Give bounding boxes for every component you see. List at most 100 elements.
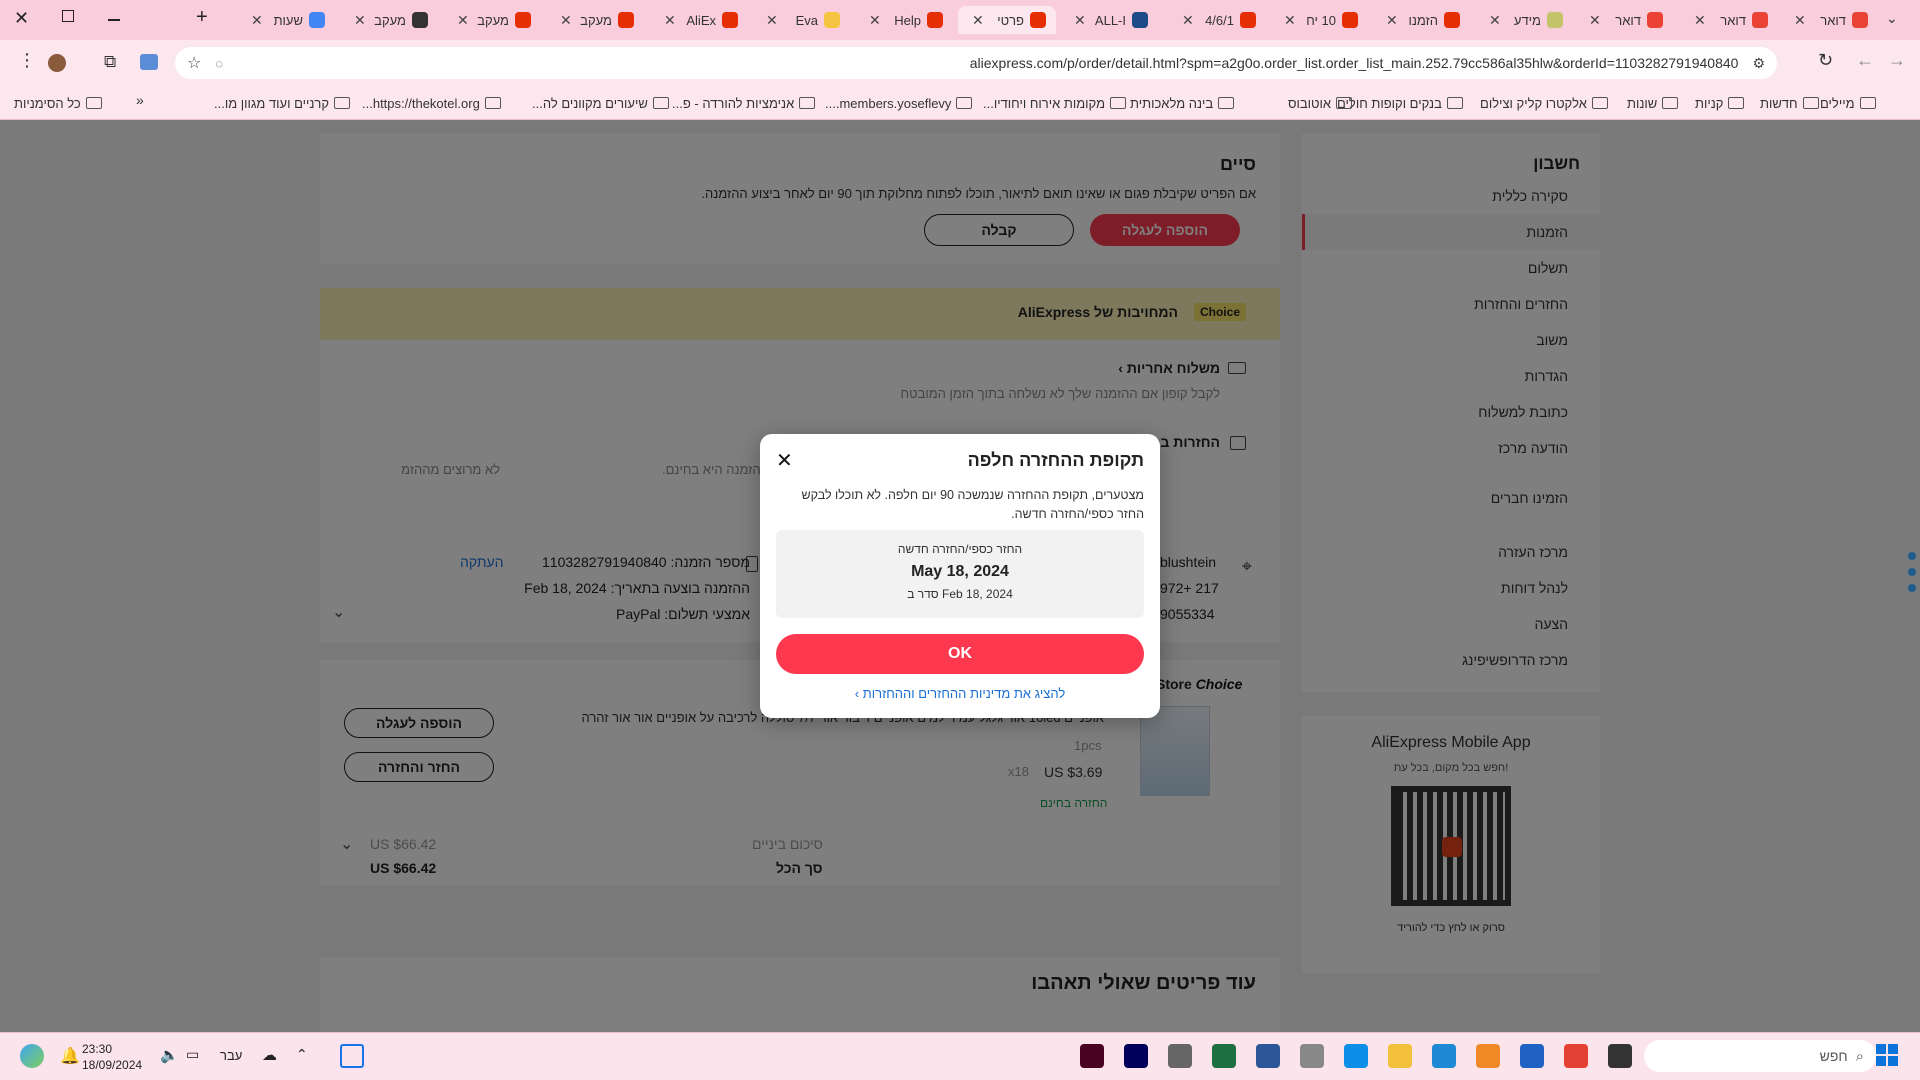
minimize-window-icon[interactable]	[108, 19, 120, 21]
onedrive-icon[interactable]: ☁	[262, 1046, 277, 1064]
word-icon[interactable]	[1256, 1044, 1280, 1068]
page-dots[interactable]	[1908, 552, 1916, 592]
tab-list-icon[interactable]: ⌄	[1886, 10, 1898, 27]
close-icon[interactable]: ✕	[776, 448, 793, 473]
tab[interactable]: שעות ✕	[237, 6, 335, 34]
tab-close-icon[interactable]: ✕	[457, 12, 469, 29]
tab-close-icon[interactable]: ✕	[664, 12, 676, 29]
tab-close-icon[interactable]: ✕	[1074, 12, 1086, 29]
tab-close-icon[interactable]: ✕	[869, 12, 881, 29]
bookmark-item[interactable]: members.yoseflevy....	[825, 92, 973, 114]
avatar[interactable]	[48, 54, 66, 72]
app-icon[interactable]	[1168, 1044, 1192, 1068]
tab[interactable]: דואר ✕	[1780, 6, 1878, 34]
close-window-icon[interactable]: ✕	[14, 8, 29, 29]
bookmark-item[interactable]: שונות	[1627, 92, 1679, 114]
tab[interactable]: מעקב ✕	[443, 6, 541, 34]
language-indicator[interactable]: עבר	[220, 1048, 242, 1063]
bookmark-item[interactable]: אנימציות להורדה - פ...	[672, 92, 816, 114]
tab[interactable]: דואר ✕	[1575, 6, 1673, 34]
tab-close-icon[interactable]: ✕	[1794, 12, 1806, 29]
tab-close-icon[interactable]: ✕	[1489, 12, 1501, 29]
network-icon[interactable]: ▭	[186, 1046, 199, 1063]
bookmark-item[interactable]: חדשות	[1760, 92, 1819, 114]
extension-icon[interactable]	[140, 54, 158, 70]
volume-icon[interactable]: 🔈	[160, 1046, 179, 1064]
tab-close-icon[interactable]: ✕	[1284, 12, 1296, 29]
tab-close-icon[interactable]: ✕	[354, 12, 366, 29]
tab-label: Help	[894, 12, 921, 28]
bookmark-item[interactable]: אלקטרו קליק וצילום	[1480, 92, 1608, 114]
tab[interactable]: הזמנו ✕	[1372, 6, 1470, 34]
clock-time[interactable]: 23:30	[82, 1042, 112, 1056]
policy-link[interactable]: ‹ להציג את מדיניות ההחזרים וההחזרות	[760, 686, 1160, 701]
search-app-icon[interactable]	[1476, 1044, 1500, 1068]
url-text[interactable]: aliexpress.com/p/order/detail.html?spm=a…	[970, 55, 1739, 71]
bookmark-item[interactable]: קרניים ועוד מגוון מו...	[214, 92, 351, 114]
teamviewer-icon[interactable]	[1344, 1044, 1368, 1068]
tray-expand-icon[interactable]: ⌃	[296, 1046, 308, 1063]
tab[interactable]: Help ✕	[855, 6, 953, 34]
tab-close-icon[interactable]: ✕	[1589, 12, 1601, 29]
tab-close-icon[interactable]: ✕	[972, 12, 984, 29]
tab[interactable]: מעקב ✕	[546, 6, 644, 34]
bookmark-star-icon[interactable]: ☆	[187, 53, 201, 73]
menu-icon[interactable]: ⋮	[18, 50, 36, 71]
tab[interactable]: AliEx ✕	[650, 6, 748, 34]
bookmark-item[interactable]: https://thekotel.org...	[362, 92, 501, 114]
tab[interactable]: פרטי ✕	[958, 6, 1056, 34]
tab-close-icon[interactable]: ✕	[251, 12, 263, 29]
restore-window-icon[interactable]	[62, 10, 74, 22]
tab-close-icon[interactable]: ✕	[766, 12, 778, 29]
extensions-icon[interactable]: ⧉	[104, 52, 116, 72]
folder-icon	[484, 97, 501, 109]
cast-icon[interactable]: ◌	[215, 56, 223, 71]
address-bar[interactable]: ☆ ◌ aliexpress.com/p/order/detail.html?s…	[175, 47, 1777, 79]
excel-icon[interactable]	[1212, 1044, 1236, 1068]
tab-close-icon[interactable]: ✕	[560, 12, 572, 29]
bookmarks-overflow-icon[interactable]: »	[136, 92, 144, 108]
forward-icon[interactable]: →	[1888, 50, 1906, 71]
taskbar-search[interactable]: ⌕ חפש	[1644, 1040, 1876, 1072]
ok-button[interactable]: OK	[776, 634, 1144, 674]
site-info-icon[interactable]: ⚙	[1752, 55, 1765, 72]
tab[interactable]: 10 יח ✕	[1270, 6, 1368, 34]
premiere-icon[interactable]	[1124, 1044, 1148, 1068]
store-icon[interactable]	[1520, 1044, 1544, 1068]
tab[interactable]: ALL-I ✕	[1060, 6, 1158, 34]
bookmark-item[interactable]: שיעורים מקוונים לה...	[532, 92, 669, 114]
indesign-icon[interactable]	[1080, 1044, 1104, 1068]
clock-date[interactable]: 18/09/2024	[82, 1058, 142, 1072]
task-view-icon[interactable]	[340, 1044, 364, 1068]
tab[interactable]: Eva ✕	[752, 6, 850, 34]
notification-icon[interactable]: 🔔	[60, 1046, 80, 1066]
return-expired-modal: ✕ תקופת ההחזרה חלפה מצטערים, תקופת ההחזר…	[760, 434, 1160, 718]
bookmark-item[interactable]: כל הסימניות	[14, 92, 102, 114]
tab[interactable]: מעקב ✕	[340, 6, 438, 34]
tab-close-icon[interactable]: ✕	[1694, 12, 1706, 29]
settings-app-icon[interactable]	[1300, 1044, 1324, 1068]
bookmark-item[interactable]: מקומות אירוח ויחודיו...	[983, 92, 1127, 114]
widgets-icon[interactable]	[20, 1044, 44, 1068]
tab[interactable]: דואר ✕	[1680, 6, 1778, 34]
bookmark-item[interactable]: בינה מלאכותית	[1130, 92, 1235, 114]
tab[interactable]: 4/6/1 ✕	[1168, 6, 1266, 34]
start-icon[interactable]	[1876, 1044, 1898, 1066]
bookmark-label: בינה מלאכותית	[1130, 95, 1214, 111]
tab[interactable]: מידע ✕	[1475, 6, 1573, 34]
new-tab-button[interactable]: +	[196, 6, 208, 29]
bookmark-item[interactable]: אוטובוס	[1288, 92, 1353, 114]
folder-icon	[1110, 97, 1127, 109]
reload-icon[interactable]: ↻	[1818, 50, 1833, 71]
edge-icon[interactable]	[1432, 1044, 1456, 1068]
bookmark-item[interactable]: קניות	[1695, 92, 1745, 114]
file-explorer-icon[interactable]	[1388, 1044, 1412, 1068]
bookmark-item[interactable]: מיילים	[1820, 92, 1876, 114]
tab-close-icon[interactable]: ✕	[1182, 12, 1194, 29]
terminal-icon[interactable]	[1608, 1044, 1632, 1068]
taskbar	[0, 1032, 1920, 1080]
back-icon[interactable]: ←	[1856, 50, 1874, 71]
chrome-icon[interactable]	[1564, 1044, 1588, 1068]
tab-close-icon[interactable]: ✕	[1386, 12, 1398, 29]
bookmark-item[interactable]: בנקים וקופות חולים	[1337, 92, 1463, 114]
